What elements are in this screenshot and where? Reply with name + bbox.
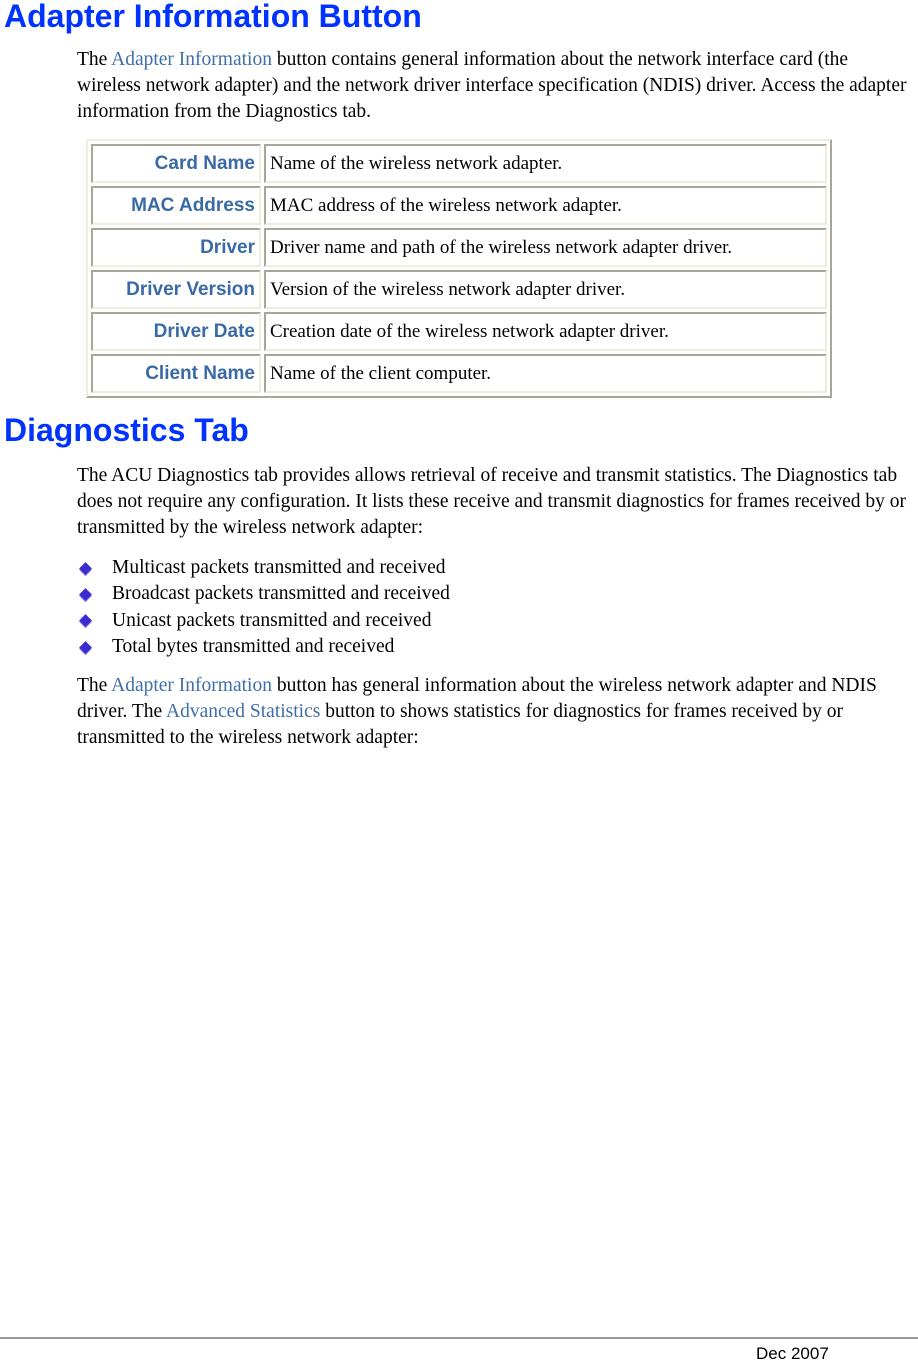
diamond-bullet-icon <box>79 640 92 654</box>
row-label: Client Name <box>91 354 261 393</box>
row-description: Name of the wireless network adapter. <box>264 144 827 183</box>
list-item: Multicast packets transmitted and receiv… <box>77 555 450 581</box>
diagnostics-paragraph: The ACU Diagnostics tab provides allows … <box>77 465 907 538</box>
footer-date: Dec 2007 <box>756 1344 829 1363</box>
footer-divider <box>0 1337 918 1339</box>
row-label: MAC Address <box>91 186 261 225</box>
list-item-text: Broadcast packets transmitted and receiv… <box>112 583 450 605</box>
text: The <box>77 49 112 70</box>
table-row: MAC Address MAC address of the wireless n… <box>91 186 827 225</box>
list-item-text: Unicast packets transmitted and received <box>112 609 432 631</box>
row-description: Driver name and path of the wireless net… <box>264 228 827 267</box>
row-description: Name of the client computer. <box>264 354 827 393</box>
adapter-information-link[interactable]: Adapter Information <box>111 49 272 70</box>
advanced-statistics-link[interactable]: Advanced Statistics <box>166 701 320 722</box>
adapter-statistics-paragraph: The Adapter Information button has gener… <box>77 673 915 751</box>
table-row: Driver Version Version of the wireless ne… <box>91 270 827 309</box>
row-description: Version of the wireless network adapter … <box>264 270 827 309</box>
diagnostics-bullet-list: Multicast packets transmitted and receiv… <box>77 555 450 660</box>
adapter-information-link[interactable]: Adapter Information <box>111 675 272 696</box>
adapter-info-table: Card Name Name of the wireless network ad… <box>86 139 832 398</box>
row-label: Driver <box>91 228 261 267</box>
text: The <box>77 675 112 696</box>
table-row: Driver Date Creation date of the wireless… <box>91 312 827 351</box>
list-item: Total bytes transmitted and received <box>77 634 450 660</box>
row-description: MAC address of the wireless network adap… <box>264 186 827 225</box>
diamond-bullet-icon <box>79 588 92 601</box>
section-heading-diagnostics-tab: Diagnostics Tab <box>4 412 249 448</box>
row-description: Creation date of the wireless network ad… <box>264 312 827 351</box>
diamond-bullet-icon <box>79 561 92 575</box>
list-item-text: Total bytes transmitted and received <box>112 636 395 658</box>
list-item-text: Multicast packets transmitted and receiv… <box>112 557 446 579</box>
list-item: Unicast packets transmitted and received <box>77 608 450 634</box>
section-heading-adapter-information: Adapter Information Button <box>4 0 422 34</box>
adapter-info-paragraph: The Adapter Information button contains … <box>77 47 915 125</box>
row-label: Card Name <box>91 144 261 183</box>
diamond-bullet-icon <box>79 614 92 628</box>
row-label: Driver Date <box>91 312 261 351</box>
table-row: Card Name Name of the wireless network ad… <box>91 144 827 183</box>
table-row: Client Name Name of the client computer. <box>91 354 827 393</box>
table-row: Driver Driver name and path of the wirele… <box>91 228 827 267</box>
list-item: Broadcast packets transmitted and receiv… <box>77 581 450 607</box>
row-label: Driver Version <box>91 270 261 309</box>
